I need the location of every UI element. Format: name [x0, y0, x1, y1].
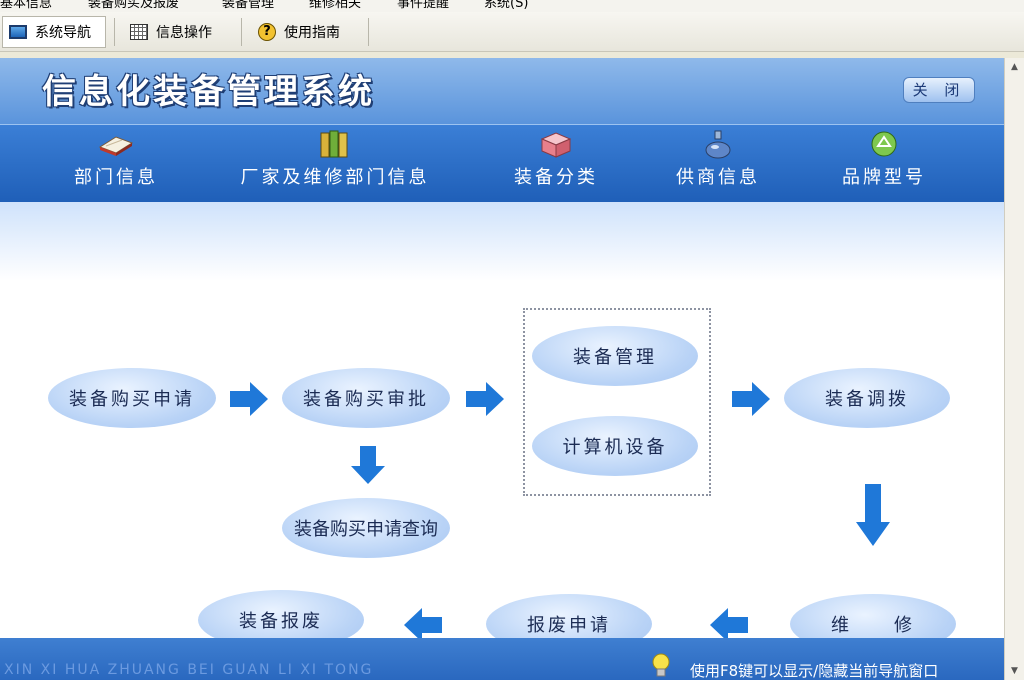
toolbar-separator: [368, 18, 369, 46]
arrow-right-icon: [230, 382, 268, 416]
user-guide-label: 使用指南: [284, 25, 340, 41]
toolbar-separator: [114, 18, 115, 46]
toolbar: 系统导航 信息操作 ? 使用指南: [0, 12, 1024, 52]
system-pinyin: XIN XI HUA ZHUANG BEI GUAN LI XI TONG: [4, 662, 374, 678]
binders-icon: [320, 130, 348, 158]
node-purchase-approval[interactable]: 装备购买审批: [282, 368, 450, 428]
arrow-right-icon: [732, 382, 770, 416]
menu-item-system[interactable]: 系统(S): [484, 0, 528, 11]
arrow-left-icon: [404, 608, 442, 642]
category-supplier-info[interactable]: 供商信息: [672, 129, 764, 189]
toolbar-separator: [241, 18, 242, 46]
system-nav-button[interactable]: 系统导航: [2, 16, 106, 48]
user-guide-button[interactable]: ? 使用指南: [252, 16, 346, 48]
menu-item-equipment-management[interactable]: 装备管理: [222, 0, 274, 11]
menu-item-purchase-scrap[interactable]: 装备购买及报废: [88, 0, 179, 11]
category-manufacturer-repair-dept[interactable]: 厂家及维修部门信息: [232, 129, 438, 189]
close-button[interactable]: 关 闭: [903, 77, 975, 103]
monitor-icon: [9, 25, 27, 39]
arrow-down-icon: [856, 484, 890, 546]
category-label: 品牌型号: [842, 167, 926, 188]
category-label: 部门信息: [74, 167, 158, 188]
menu-item-reminders[interactable]: 事件提醒: [397, 0, 449, 11]
grid-icon: [130, 24, 148, 40]
category-label: 供商信息: [676, 167, 760, 188]
flask-icon: [705, 130, 731, 159]
system-header: 信息化装备管理系统 关 闭: [0, 58, 1004, 124]
arrow-down-icon: [351, 446, 385, 484]
node-equipment-transfer[interactable]: 装备调拨: [784, 368, 950, 428]
node-computer-equipment[interactable]: 计算机设备: [532, 416, 698, 476]
category-department-info[interactable]: 部门信息: [70, 129, 162, 189]
arrow-right-icon: [466, 382, 504, 416]
menu-item-basic-info[interactable]: 基本信息: [0, 0, 52, 11]
node-purchase-request[interactable]: 装备购买申请: [48, 368, 216, 428]
menu-bar: 基本信息 装备购买及报废 装备管理 维修相关 事件提醒 系统(S): [0, 0, 1024, 12]
vertical-scrollbar[interactable]: ▲ ▼: [1004, 58, 1024, 680]
arrow-left-icon: [710, 608, 748, 642]
lightbulb-icon: [652, 653, 670, 677]
system-nav-label: 系统导航: [35, 25, 91, 41]
category-label: 厂家及维修部门信息: [240, 167, 430, 188]
footer-bar: XIN XI HUA ZHUANG BEI GUAN LI XI TONG 使用…: [0, 638, 1004, 680]
category-bar: 部门信息 厂家及维修部门信息 装备分类 供商信息 品牌型号: [0, 124, 1004, 202]
scroll-up-icon[interactable]: ▲: [1005, 58, 1024, 76]
recycle-icon: [871, 131, 897, 157]
navigation-panel: 信息化装备管理系统 关 闭 部门信息 厂家及维修部门信息 装备分类 供商信息 品…: [0, 58, 1004, 680]
node-purchase-query[interactable]: 装备购买申请查询: [282, 498, 450, 558]
node-equipment-management[interactable]: 装备管理: [532, 326, 698, 386]
menu-item-repair[interactable]: 维修相关: [309, 0, 361, 11]
category-brand-model[interactable]: 品牌型号: [838, 129, 930, 189]
help-icon: ?: [258, 23, 276, 41]
box-icon: [540, 132, 572, 158]
system-title: 信息化装备管理系统: [42, 72, 375, 112]
info-operations-button[interactable]: 信息操作: [124, 16, 218, 48]
f8-hint: 使用F8键可以显示/隐藏当前导航窗口: [690, 662, 939, 680]
workflow-area: 装备购买申请 装备购买审批 装备管理 计算机设备 装备调拨 装备购买申请查询 维…: [0, 202, 1004, 654]
book-icon: [98, 136, 134, 156]
scroll-down-icon[interactable]: ▼: [1005, 662, 1024, 680]
info-operations-label: 信息操作: [156, 25, 212, 41]
category-label: 装备分类: [514, 167, 598, 188]
category-equipment-classification[interactable]: 装备分类: [510, 129, 602, 189]
